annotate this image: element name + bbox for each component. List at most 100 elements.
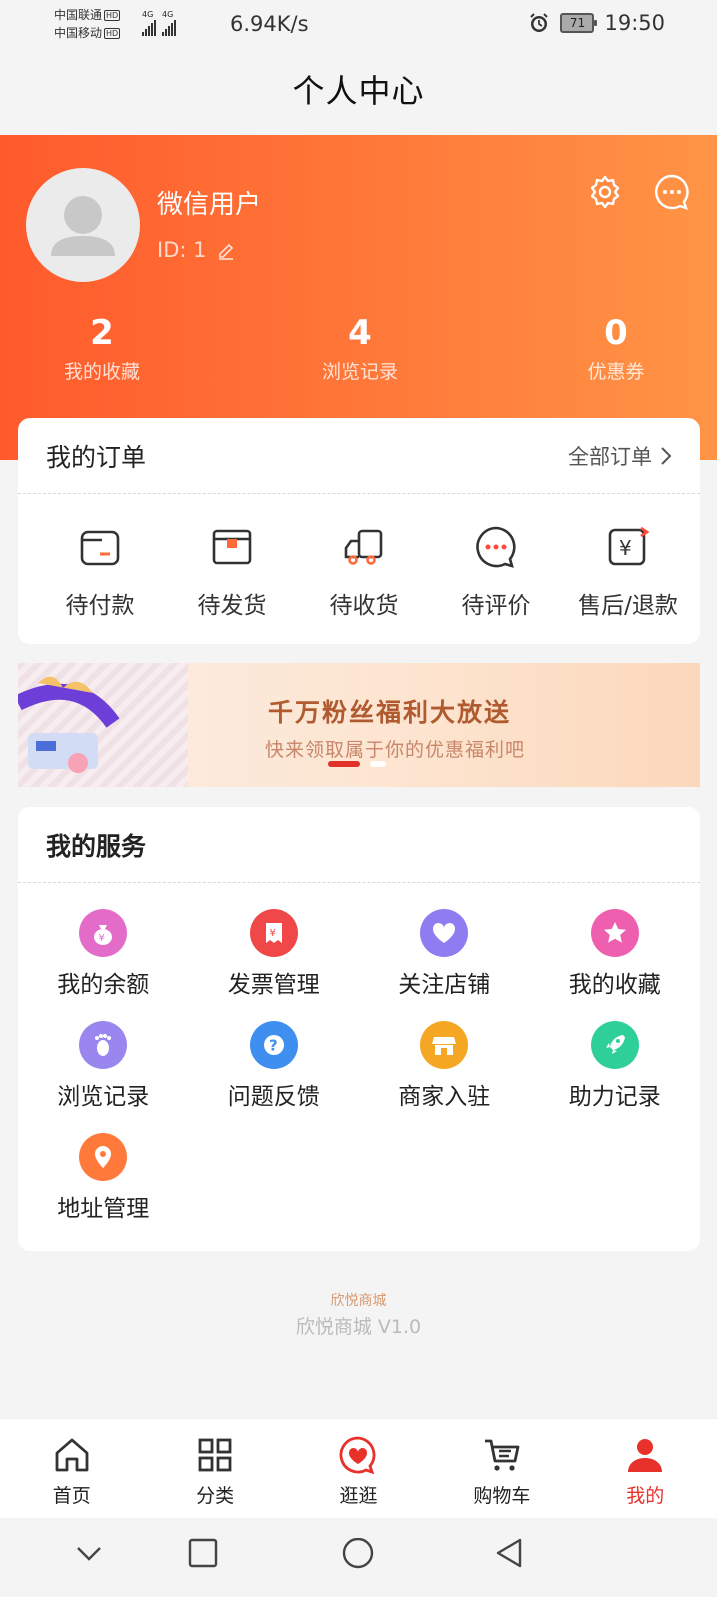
gift-card-illustration (18, 676, 120, 773)
tab-discover[interactable]: 逛逛 (287, 1419, 430, 1518)
edit-icon[interactable] (216, 240, 236, 260)
carousel-indicator (328, 761, 386, 767)
order-label: 待收货 (329, 593, 399, 619)
order-label: 售后/退款 (578, 593, 678, 619)
grid-icon (198, 1438, 232, 1472)
service-invoice[interactable]: ¥ 发票管理 (189, 909, 360, 999)
network-type: 4G (162, 10, 174, 19)
tab-mine[interactable]: 我的 (574, 1419, 717, 1518)
service-label: 发票管理 (227, 972, 320, 998)
user-id-text: ID: 1 (157, 238, 207, 262)
order-pending-review[interactable]: 待评价 (436, 524, 556, 620)
tab-home[interactable]: 首页 (0, 1419, 143, 1518)
service-label: 我的收藏 (568, 972, 661, 998)
tab-cart[interactable]: 购物车 (430, 1419, 573, 1518)
service-label: 我的余额 (57, 972, 150, 998)
system-nav-bar (0, 1518, 717, 1597)
services-title: 我的服务 (46, 831, 147, 861)
stat-value: 2 (90, 313, 114, 353)
settings-gear-icon[interactable] (586, 173, 624, 211)
service-address[interactable]: 地址管理 (18, 1133, 189, 1223)
shop-icon (420, 1021, 469, 1069)
order-pending-shipment[interactable]: 待发货 (172, 524, 292, 620)
carrier-info: 中国联通 HD 中国移动 HD (54, 6, 121, 42)
service-balance[interactable]: ¥ 我的余额 (18, 909, 189, 999)
svg-text:¥: ¥ (619, 536, 632, 560)
home-icon (55, 1438, 89, 1472)
service-feedback[interactable]: ? 问题反馈 (189, 1021, 360, 1111)
tab-label: 首页 (52, 1485, 91, 1507)
order-pending-payment[interactable]: 待付款 (40, 524, 160, 620)
tab-label: 分类 (196, 1485, 235, 1507)
bottom-tab-bar: 首页 分类 逛逛 购物车 我的 (0, 1418, 717, 1518)
invoice-icon: ¥ (249, 909, 298, 957)
heart-bubble-icon (340, 1436, 376, 1475)
chat-icon (476, 526, 516, 568)
service-followed-shops[interactable]: 关注店铺 (359, 909, 530, 999)
promo-banner[interactable]: 千万粉丝福利大放送 快来领取属于你的优惠福利吧 (18, 663, 700, 787)
alarm-icon (530, 13, 549, 32)
tab-label: 我的 (626, 1485, 665, 1507)
service-label: 商家入驻 (398, 1084, 491, 1110)
order-after-sales[interactable]: ¥ 售后/退款 (568, 524, 688, 620)
chevron-right-icon (661, 446, 672, 465)
user-id: ID: 1 (157, 238, 236, 262)
all-orders-label: 全部订单 (568, 444, 652, 469)
tab-category[interactable]: 分类 (143, 1419, 286, 1518)
profile-header: 微信用户 ID: 1 2 我的收藏 4 浏览记录 0 优惠券 (0, 135, 717, 460)
battery-indicator: 71 (560, 13, 598, 33)
stat-label: 浏览记录 (321, 361, 398, 383)
default-avatar-icon (51, 196, 115, 256)
stat-coupons[interactable]: 0 优惠券 (536, 313, 696, 384)
tab-label: 逛逛 (339, 1485, 378, 1507)
stat-history[interactable]: 4 浏览记录 (280, 313, 440, 384)
message-icon[interactable] (653, 173, 691, 211)
status-bar: 中国联通 HD 中国移动 HD 4G 4G 6.94K/s 71 19:50 (0, 0, 717, 50)
recents-square-icon[interactable] (188, 1538, 218, 1568)
orders-card: 我的订单 全部订单 待付款 待发货 待收货 待评价 ¥ 售后/退款 (18, 418, 700, 644)
wallet-icon (80, 530, 120, 566)
footer-brand: 欣悦商城 (330, 1293, 387, 1309)
svg-text:¥: ¥ (99, 933, 105, 944)
service-label: 地址管理 (57, 1196, 150, 1222)
banner-illustration (18, 663, 188, 787)
banner-subtitle: 快来领取属于你的优惠福利吧 (265, 739, 526, 761)
all-orders-link[interactable]: 全部订单 (568, 441, 672, 471)
username[interactable]: 微信用户 (157, 184, 261, 221)
signal-icon: 4G 4G (142, 10, 176, 36)
carrier-2: 中国移动 (54, 26, 103, 40)
svg-text:¥: ¥ (269, 928, 275, 939)
home-circle-icon[interactable] (341, 1538, 375, 1572)
service-label: 问题反馈 (227, 1084, 320, 1110)
cart-icon (484, 1439, 520, 1471)
service-favorites[interactable]: 我的收藏 (530, 909, 701, 999)
back-triangle-icon[interactable] (494, 1538, 524, 1570)
stat-value: 4 (348, 313, 372, 353)
chevron-down-icon[interactable] (74, 1538, 104, 1568)
avatar[interactable] (26, 168, 140, 282)
svg-text:?: ? (269, 1037, 278, 1055)
heart-icon (420, 909, 469, 957)
network-speed: 6.94K/s (230, 12, 309, 36)
service-label: 关注店铺 (398, 972, 491, 998)
truck-icon (344, 529, 383, 565)
person-icon (628, 1439, 663, 1472)
hd-badge: HD (104, 10, 121, 21)
banner-title: 千万粉丝福利大放送 (268, 698, 512, 727)
service-merchant-join[interactable]: 商家入驻 (359, 1021, 530, 1111)
stat-favorites[interactable]: 2 我的收藏 (22, 313, 182, 384)
question-icon: ? (249, 1021, 298, 1069)
service-label: 浏览记录 (57, 1084, 150, 1110)
refund-icon: ¥ (608, 526, 650, 566)
order-pending-receipt[interactable]: 待收货 (304, 524, 424, 620)
service-label: 助力记录 (568, 1084, 661, 1110)
order-label: 待付款 (65, 593, 135, 619)
package-icon (212, 529, 252, 565)
footprint-icon (79, 1021, 128, 1069)
order-label: 待评价 (461, 593, 531, 619)
service-boost-record[interactable]: 助力记录 (530, 1021, 701, 1111)
app-version: 欣悦商城 V1.0 (295, 1316, 422, 1338)
stat-label: 我的收藏 (63, 361, 140, 383)
service-browse-history[interactable]: 浏览记录 (18, 1021, 189, 1111)
clock: 19:50 (604, 11, 665, 35)
